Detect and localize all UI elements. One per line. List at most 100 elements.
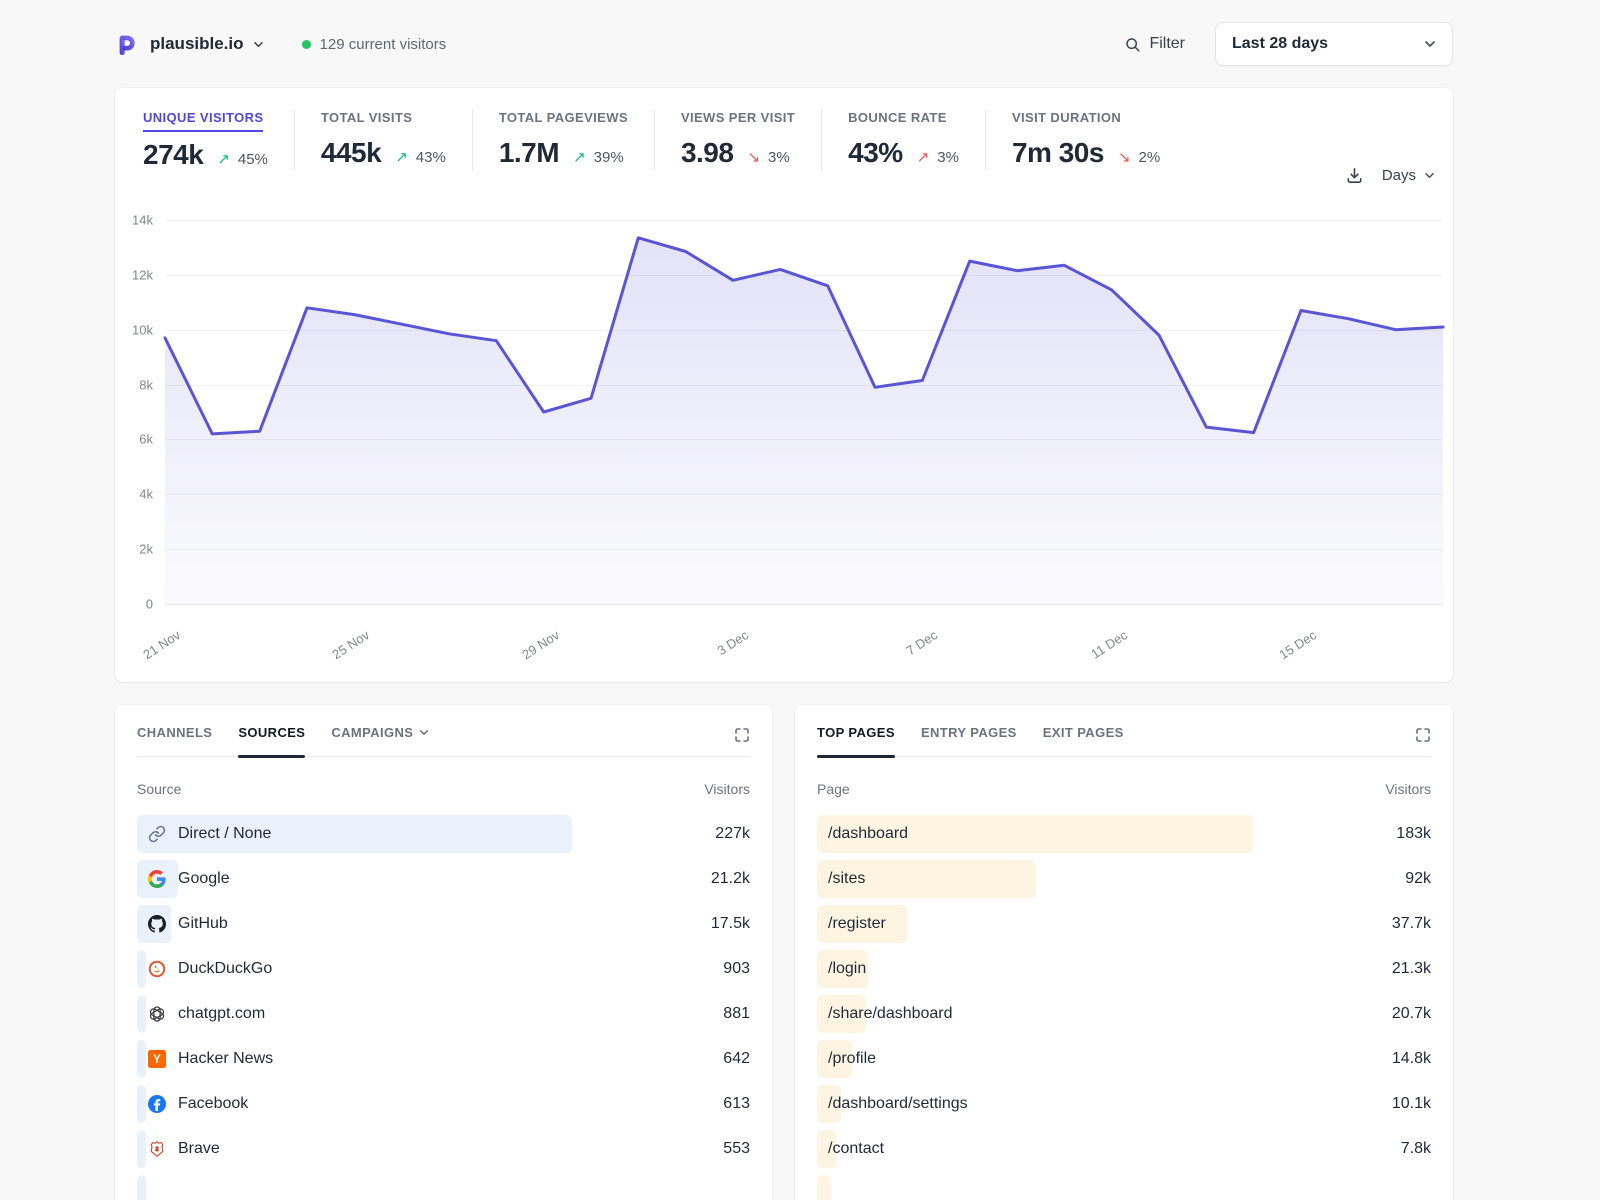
expand-icon[interactable] [1415, 725, 1431, 743]
table-row[interactable]: chatgpt.com881 [137, 995, 750, 1033]
duckduckgo-icon [148, 960, 166, 978]
table-row[interactable]: Direct / None227k [137, 815, 750, 853]
sources-list: Direct / None227k Google21.2k GitHub17.5k D… [137, 815, 750, 1200]
stat-label: TOTAL PAGEVIEWS [499, 110, 628, 130]
table-row[interactable]: Google21.2k [137, 860, 750, 898]
stat-change: 43% [416, 149, 446, 166]
y-axis-tick: 6k [139, 432, 153, 447]
filter-button[interactable]: Filter [1124, 35, 1185, 53]
tab-label: ENTRY PAGES [921, 725, 1017, 740]
stat-views-per-visit[interactable]: VIEWS PER VISIT3.98↘3% [655, 109, 822, 171]
sources-tabs: CHANNELS SOURCES CAMPAIGNS [137, 725, 750, 757]
table-row[interactable]: /share/dashboard 20.7k [817, 995, 1431, 1033]
stat-value: 274k [143, 139, 203, 171]
row-label: Facebook [178, 1095, 248, 1113]
visitors-area-line [165, 220, 1443, 604]
stat-bounce-rate[interactable]: BOUNCE RATE43%↗3% [822, 109, 986, 171]
main-chart-card: UNIQUE VISITORS274k↗45%TOTAL VISITS445k↗… [115, 88, 1453, 682]
chart-interval-controls: Days [1345, 166, 1435, 185]
row-label: Hacker News [178, 1050, 273, 1068]
trend-down-arrow-icon: ↘ [747, 148, 760, 166]
row-visitors: 14.8k [1392, 1050, 1431, 1068]
table-row[interactable]: /sites92k [817, 860, 1431, 898]
trend-down-arrow-icon: ↘ [1118, 148, 1131, 166]
stat-visit-duration[interactable]: VISIT DURATION7m 30s↘2% [986, 109, 1186, 171]
row-bar [817, 1175, 831, 1200]
tab-label: SOURCES [238, 725, 305, 740]
interval-value: Days [1382, 167, 1416, 184]
table-row[interactable]: Facebook 613 [137, 1085, 750, 1123]
row-label: DuckDuckGo [178, 960, 272, 978]
row-visitors: 10.1k [1392, 1095, 1431, 1113]
row-visitors: 613 [723, 1095, 750, 1113]
search-icon [1124, 36, 1141, 53]
filter-label: Filter [1149, 35, 1185, 53]
pages-list: /dashboard 183k/sites92k/register37.7k/lo… [817, 815, 1431, 1200]
google-icon [148, 870, 166, 888]
table-row[interactable]: DuckDuckGo903 [137, 950, 750, 988]
y-axis-tick: 12k [132, 267, 153, 282]
table-row[interactable]: /login21.3k [817, 950, 1431, 988]
stat-change: 3% [768, 149, 790, 166]
stat-unique-visitors[interactable]: UNIQUE VISITORS274k↗45% [143, 109, 295, 171]
stat-value: 3.98 [681, 137, 734, 169]
top-bar: plausible.io 129 current visitors Filter… [115, 0, 1453, 88]
date-range-select[interactable]: Last 28 days [1215, 22, 1453, 66]
interval-select[interactable]: Days [1382, 167, 1435, 184]
tab-label: CAMPAIGNS [331, 725, 413, 740]
table-row[interactable] [817, 1175, 1431, 1200]
stat-change: 45% [238, 151, 268, 168]
tab-channels[interactable]: CHANNELS [137, 725, 212, 756]
table-row[interactable]: /dashboard 183k [817, 815, 1431, 853]
stat-total-pageviews[interactable]: TOTAL PAGEVIEWS1.7M↗39% [473, 109, 655, 171]
table-row[interactable]: /profile14.8k [817, 1040, 1431, 1078]
brave-icon [148, 1140, 166, 1158]
x-axis-tick: 25 Nov [304, 627, 373, 679]
table-row[interactable] [137, 1175, 750, 1200]
row-label: Direct / None [178, 825, 271, 843]
table-row[interactable]: YHacker News642 [137, 1040, 750, 1078]
table-row[interactable]: /contact7.8k [817, 1130, 1431, 1168]
download-icon[interactable] [1345, 166, 1364, 185]
table-row[interactable]: /dashboard/settings 10.1k [817, 1085, 1431, 1123]
tab-label: CHANNELS [137, 725, 212, 740]
y-axis-tick: 8k [139, 377, 153, 392]
table-row[interactable]: GitHub17.5k [137, 905, 750, 943]
tab-top-pages[interactable]: TOP PAGES [817, 725, 895, 756]
current-visitors[interactable]: 129 current visitors [302, 36, 447, 53]
column-visitors: Visitors [704, 781, 750, 797]
tab-campaigns[interactable]: CAMPAIGNS [331, 725, 429, 756]
row-label: /dashboard/settings [828, 1095, 968, 1113]
table-row[interactable]: Brave553 [137, 1130, 750, 1168]
x-axis-tick: 21 Nov [115, 627, 184, 679]
row-visitors: 92k [1405, 870, 1431, 888]
y-axis-tick: 4k [139, 487, 153, 502]
current-visitors-label: 129 current visitors [320, 36, 447, 53]
row-visitors: 21.3k [1392, 960, 1431, 978]
trend-up-arrow-icon: ↗ [217, 150, 230, 168]
chevron-down-icon [1424, 172, 1435, 179]
x-axis-tick: 3 Dec [683, 627, 752, 679]
y-axis-tick: 2k [139, 542, 153, 557]
row-visitors: 20.7k [1392, 1005, 1431, 1023]
sources-panel: CHANNELS SOURCES CAMPAIGNS Source Visitors… [115, 705, 772, 1200]
svg-text:Y: Y [153, 1054, 161, 1066]
visitors-chart[interactable]: 14k12k10k8k6k4k2k021 Nov25 Nov29 Nov3 De… [165, 220, 1443, 604]
y-axis-tick: 10k [132, 322, 153, 337]
tab-sources[interactable]: SOURCES [238, 725, 305, 756]
row-bar [137, 1175, 146, 1200]
row-label: Brave [178, 1140, 220, 1158]
date-range-value: Last 28 days [1232, 35, 1328, 53]
tab-entry-pages[interactable]: ENTRY PAGES [921, 725, 1017, 756]
expand-icon[interactable] [734, 725, 750, 743]
column-source: Source [137, 781, 181, 797]
stat-total-visits[interactable]: TOTAL VISITS445k↗43% [295, 109, 473, 171]
table-row[interactable]: /register37.7k [817, 905, 1431, 943]
row-label: /dashboard [828, 825, 908, 843]
site-switcher[interactable]: plausible.io [115, 31, 264, 57]
row-label: /share/dashboard [828, 1005, 953, 1023]
tab-exit-pages[interactable]: EXIT PAGES [1043, 725, 1124, 756]
chevron-down-icon [1424, 40, 1436, 48]
row-visitors: 183k [1396, 825, 1431, 843]
stat-label: TOTAL VISITS [321, 110, 412, 130]
